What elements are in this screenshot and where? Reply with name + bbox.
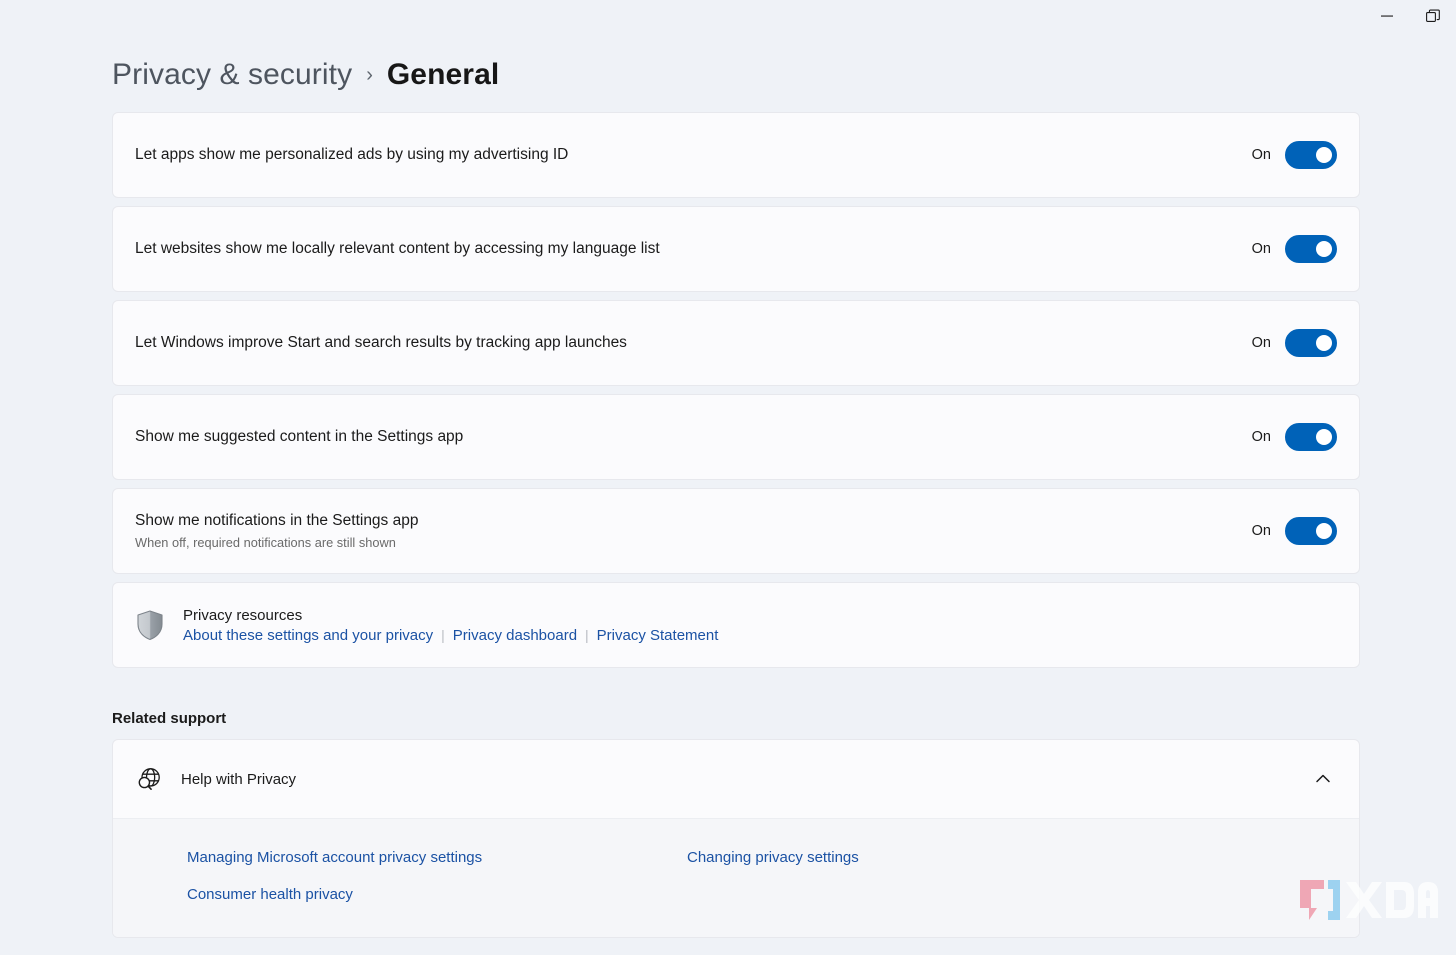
link-about-these-settings[interactable]: About these settings and your privacy [183, 627, 433, 644]
setting-row-settings-notifications: Show me notifications in the Settings ap… [113, 489, 1359, 573]
support-link-grid: Managing Microsoft account privacy setti… [187, 849, 1337, 903]
setting-row-language-list: Let websites show me locally relevant co… [113, 207, 1359, 291]
setting-text: Let websites show me locally relevant co… [135, 238, 1252, 260]
setting-title: Show me suggested content in the Setting… [135, 427, 464, 445]
setting-title: Let Windows improve Start and search res… [135, 333, 627, 351]
setting-title: Let apps show me personalized ads by usi… [135, 145, 569, 163]
toggle-state-label: On [1251, 523, 1271, 539]
toggle-knob [1316, 335, 1332, 351]
setting-text: Let Windows improve Start and search res… [135, 332, 1252, 354]
setting-text: Let apps show me personalized ads by usi… [135, 144, 1252, 166]
related-support-heading: Related support [112, 710, 227, 727]
toggle-group: On [1252, 423, 1337, 451]
toggle-state-label: On [1251, 335, 1271, 351]
link-separator: | [441, 626, 445, 643]
chevron-up-icon[interactable] [1309, 765, 1337, 793]
setting-text: Show me notifications in the Settings ap… [135, 510, 1252, 553]
shield-icon [135, 609, 165, 641]
toggle-knob [1316, 523, 1332, 539]
privacy-resources-title: Privacy resources [183, 606, 303, 624]
breadcrumb-parent-link[interactable]: Privacy & security [112, 58, 352, 92]
link-separator: | [585, 626, 589, 643]
privacy-resources-links: About these settings and your privacy | … [183, 627, 718, 644]
link-managing-microsoft-account-privacy-settings[interactable]: Managing Microsoft account privacy setti… [187, 849, 687, 866]
privacy-resources-card: Privacy resources About these settings a… [112, 582, 1360, 668]
toggle-state-label: On [1251, 147, 1271, 163]
setting-row-advertising-id: Let apps show me personalized ads by usi… [113, 113, 1359, 197]
setting-row-suggested-content: Show me suggested content in the Setting… [113, 395, 1359, 479]
setting-title: Show me notifications in the Settings ap… [135, 511, 419, 529]
toggle-switch[interactable] [1285, 423, 1337, 451]
toggle-knob [1316, 147, 1332, 163]
expander-title: Help with Privacy [181, 770, 297, 788]
setting-card: Let Windows improve Start and search res… [112, 300, 1360, 386]
help-with-privacy-expander: Help with Privacy Managing Microsoft acc… [112, 739, 1360, 938]
toggle-group: On [1252, 141, 1337, 169]
link-privacy-statement[interactable]: Privacy Statement [597, 627, 719, 644]
link-consumer-health-privacy[interactable]: Consumer health privacy [187, 886, 687, 903]
toggle-switch[interactable] [1285, 141, 1337, 169]
toggle-switch[interactable] [1285, 329, 1337, 357]
settings-page: Privacy & security › General Let apps sh… [0, 0, 1456, 955]
expander-header[interactable]: Help with Privacy [113, 740, 1359, 818]
breadcrumb: Privacy & security › General [112, 0, 1360, 112]
breadcrumb-separator-icon: › [366, 64, 373, 86]
setting-title: Let websites show me locally relevant co… [135, 239, 660, 257]
setting-row-app-launch-tracking: Let Windows improve Start and search res… [113, 301, 1359, 385]
toggle-state-label: On [1251, 429, 1271, 445]
toggle-switch[interactable] [1285, 517, 1337, 545]
setting-card: Show me suggested content in the Setting… [112, 394, 1360, 480]
setting-subtitle: When off, required notifications are sti… [135, 535, 396, 551]
toggle-knob [1316, 241, 1332, 257]
toggle-group: On [1252, 517, 1337, 545]
toggle-switch[interactable] [1285, 235, 1337, 263]
page-title: General [386, 58, 500, 91]
privacy-resources-body: Privacy resources About these settings a… [183, 607, 718, 644]
toggle-state-label: On [1251, 241, 1271, 257]
toggle-group: On [1252, 329, 1337, 357]
setting-card: Let websites show me locally relevant co… [112, 206, 1360, 292]
setting-card: Show me notifications in the Settings ap… [112, 488, 1360, 574]
setting-card: Let apps show me personalized ads by usi… [112, 112, 1360, 198]
toggle-knob [1316, 429, 1332, 445]
expander-body: Managing Microsoft account privacy setti… [113, 818, 1359, 937]
link-changing-privacy-settings[interactable]: Changing privacy settings [687, 849, 1337, 866]
toggle-group: On [1252, 235, 1337, 263]
grid-spacer [687, 886, 1337, 903]
link-privacy-dashboard[interactable]: Privacy dashboard [453, 627, 577, 644]
privacy-resources-row: Privacy resources About these settings a… [113, 583, 1359, 667]
setting-text: Show me suggested content in the Setting… [135, 426, 1252, 448]
globe-search-icon [135, 765, 163, 793]
